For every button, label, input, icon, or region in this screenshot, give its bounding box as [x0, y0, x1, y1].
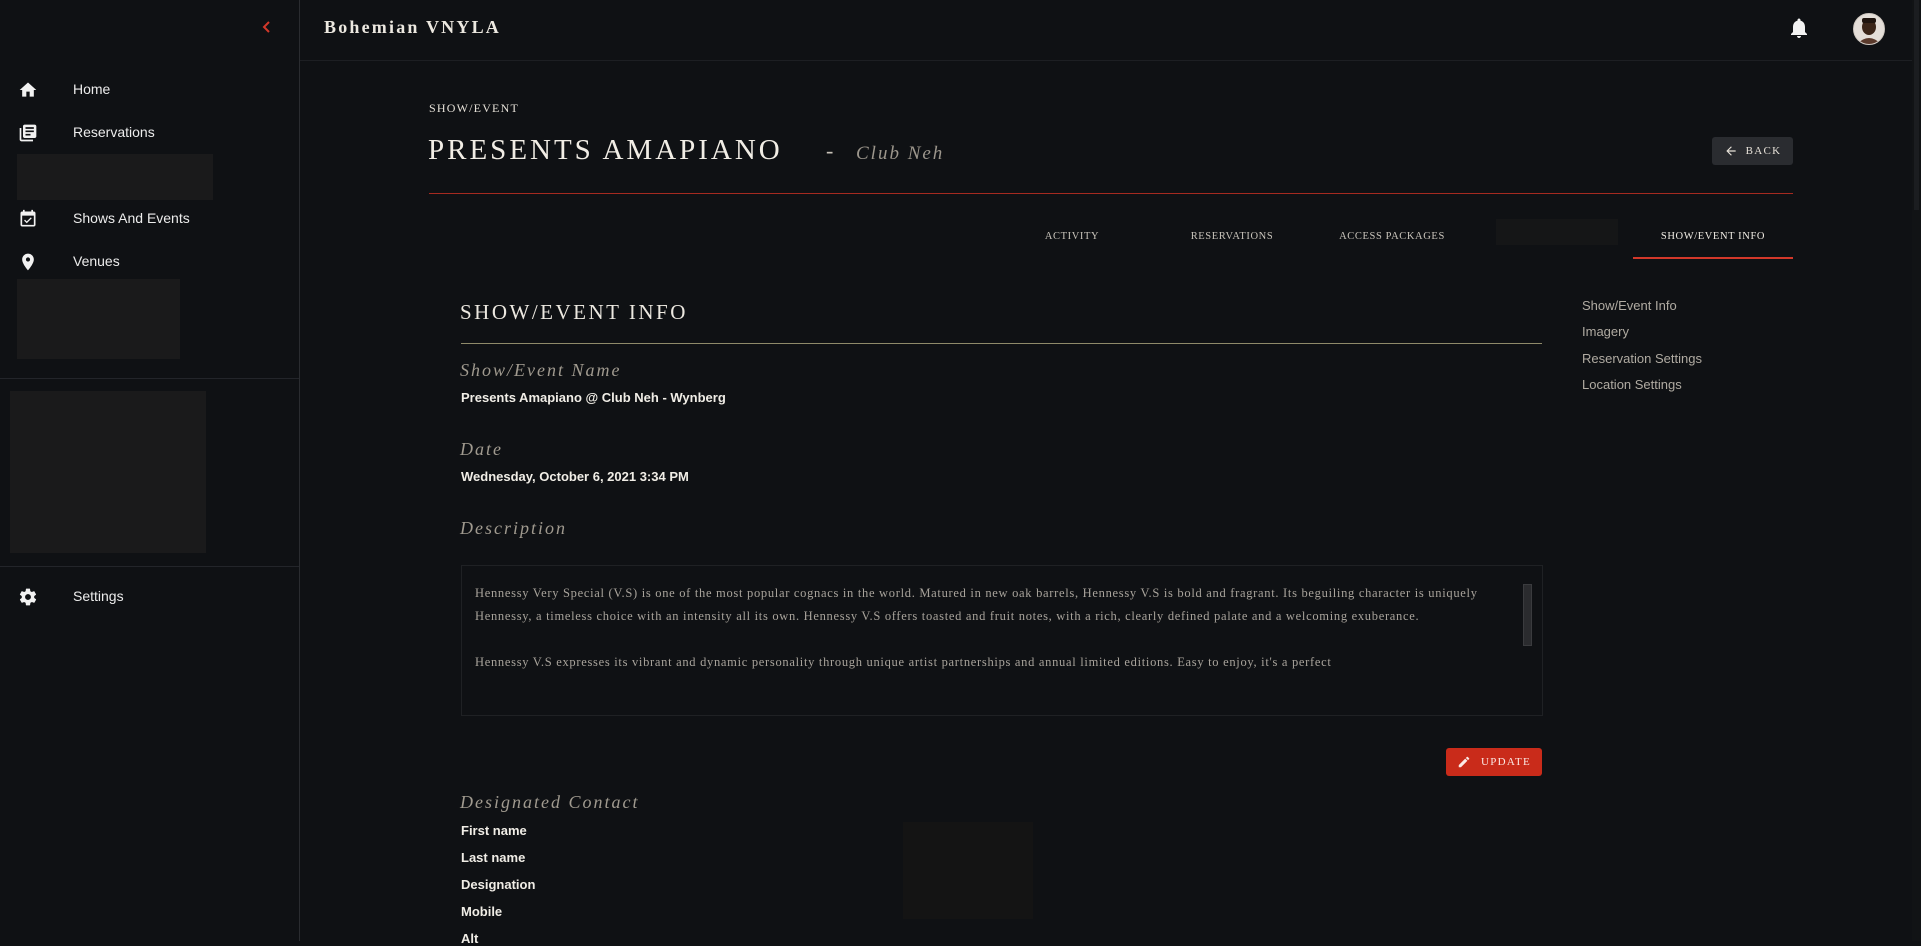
section-divider — [461, 343, 1542, 344]
description-paragraph: Hennessy Very Special (V.S) is one of th… — [475, 586, 1478, 623]
top-bar: Bohemian VNYLA — [300, 0, 1921, 61]
user-avatar[interactable] — [1853, 13, 1885, 45]
contact-first-name-label: First name — [461, 823, 527, 838]
sidebar-item-home[interactable]: Home — [0, 72, 299, 106]
side-nav-imagery[interactable]: Imagery — [1582, 324, 1629, 339]
contact-last-name-label: Last name — [461, 850, 526, 865]
side-nav-reservation-settings[interactable]: Reservation Settings — [1582, 351, 1702, 366]
page-kicker: SHOW/EVENT — [429, 101, 519, 115]
tab-label: ACCESS PACKAGES — [1339, 230, 1445, 242]
title-separator: - — [826, 138, 834, 163]
sidebar-divider — [0, 566, 299, 567]
side-nav-location-settings[interactable]: Location Settings — [1582, 377, 1682, 392]
app-title: Bohemian VNYLA — [324, 17, 501, 37]
sidebar-item-label: Home — [73, 81, 111, 97]
update-button-label: UPDATE — [1481, 756, 1531, 768]
tab-access-packages[interactable]: ACCESS PACKAGES — [1332, 215, 1452, 257]
tab-activity[interactable]: ACTIVITY — [1012, 215, 1132, 257]
description-scrollbar[interactable] — [1523, 584, 1532, 646]
tab-placeholder — [1496, 219, 1618, 245]
sidebar: Home Reservations Shows And Events Venue… — [0, 0, 300, 941]
sidebar-item-venues[interactable]: Venues — [0, 244, 299, 278]
back-button[interactable]: BACK — [1712, 137, 1793, 165]
side-nav-show-event-info[interactable]: Show/Event Info — [1582, 298, 1677, 313]
pencil-icon — [1458, 756, 1470, 768]
loading-placeholder — [17, 154, 213, 200]
sidebar-item-reservations[interactable]: Reservations — [0, 115, 299, 149]
loading-placeholder — [10, 391, 206, 553]
contact-alt-label: Alt — [461, 931, 479, 946]
sidebar-item-label: Shows And Events — [73, 210, 190, 226]
contact-mobile-label: Mobile — [461, 904, 503, 919]
sidebar-item-label: Settings — [73, 588, 124, 604]
sidebar-item-label: Reservations — [73, 124, 155, 140]
contact-placeholder — [903, 822, 1033, 919]
collapse-sidebar-icon[interactable] — [262, 18, 278, 38]
tab-label: RESERVATIONS — [1190, 230, 1274, 242]
home-icon — [18, 80, 38, 100]
arrow-left-icon — [1725, 146, 1736, 156]
description-paragraph: Hennessy V.S expresses its vibrant and d… — [475, 655, 1332, 669]
description-text: Hennessy Very Special (V.S) is one of th… — [475, 582, 1525, 696]
section-title: SHOW/EVENT INFO — [460, 300, 688, 324]
library-icon — [18, 123, 38, 143]
date-value: Wednesday, October 6, 2021 3:34 PM — [461, 469, 689, 484]
update-button[interactable]: UPDATE — [1446, 748, 1542, 776]
page-title: PRESENTS AMAPIANO — [428, 134, 783, 166]
sidebar-divider — [0, 378, 299, 379]
header-divider — [429, 193, 1793, 194]
event-name-value: Presents Amapiano @ Club Neh - Wynberg — [461, 390, 726, 405]
tab-reservations[interactable]: RESERVATIONS — [1172, 215, 1292, 257]
map-pin-icon — [18, 252, 38, 272]
gear-icon — [18, 587, 38, 607]
date-label: Date — [460, 439, 503, 459]
page-scrollbar[interactable] — [1912, 0, 1921, 941]
description-box[interactable]: Hennessy Very Special (V.S) is one of th… — [461, 565, 1543, 716]
contact-designation-label: Designation — [461, 877, 536, 892]
sidebar-item-settings[interactable]: Settings — [0, 579, 299, 613]
tab-show-event-info[interactable]: SHOW/EVENT INFO — [1633, 215, 1793, 259]
description-label: Description — [460, 518, 567, 538]
notifications-bell-icon[interactable] — [1787, 16, 1811, 40]
sidebar-item-shows-and-events[interactable]: Shows And Events — [0, 201, 299, 235]
back-button-label: BACK — [1745, 145, 1782, 157]
venue-subtitle: Club Neh — [856, 143, 945, 164]
tab-label: ACTIVITY — [1044, 230, 1100, 242]
loading-placeholder — [17, 279, 180, 359]
tab-label: SHOW/EVENT INFO — [1660, 230, 1766, 242]
page-scrollbar-thumb[interactable] — [1914, 0, 1919, 210]
designated-contact-label: Designated Contact — [460, 792, 640, 812]
calendar-check-icon — [18, 209, 38, 229]
sidebar-item-label: Venues — [73, 253, 120, 269]
event-name-label: Show/Event Name — [460, 360, 622, 380]
